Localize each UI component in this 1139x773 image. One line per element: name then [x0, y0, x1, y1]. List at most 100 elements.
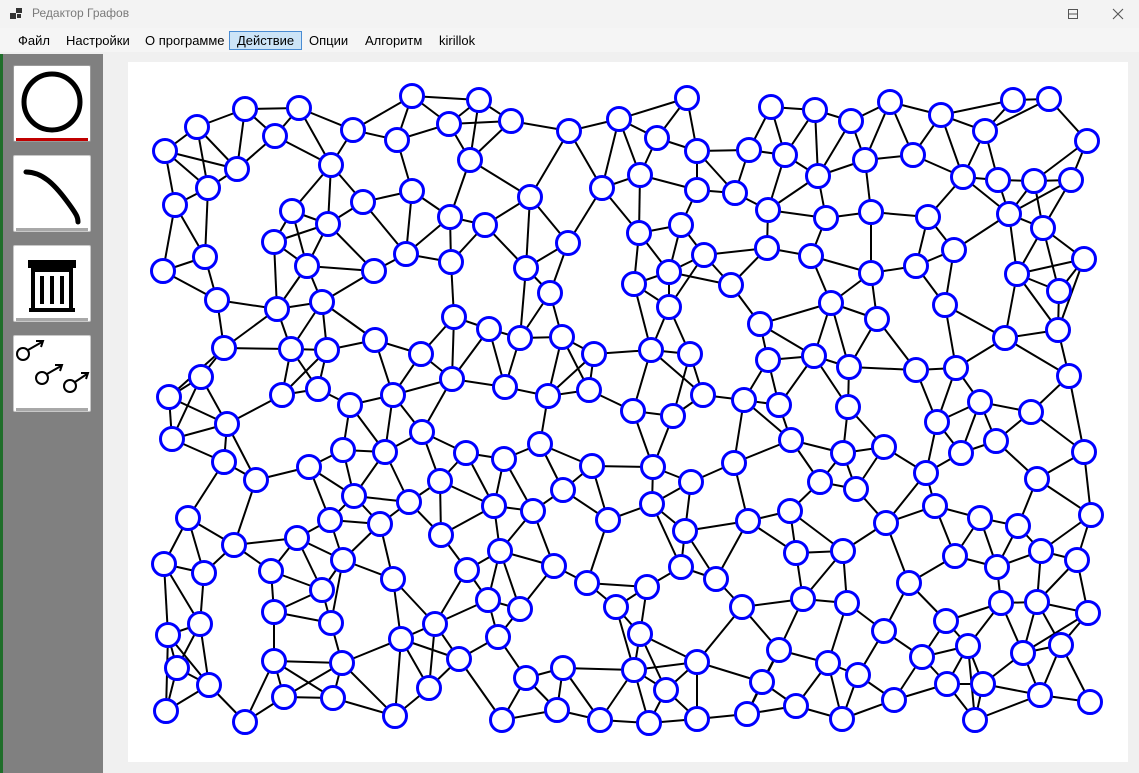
graph-vertex[interactable] [438, 249, 464, 275]
graph-vertex[interactable] [829, 706, 855, 732]
graph-vertex[interactable] [1045, 317, 1071, 343]
graph-vertex[interactable] [805, 163, 831, 189]
graph-vertex[interactable] [1036, 86, 1062, 112]
graph-vertex[interactable] [1021, 168, 1047, 194]
graph-canvas[interactable] [128, 62, 1128, 762]
graph-vertex[interactable] [350, 189, 376, 215]
graph-vertex[interactable] [556, 118, 582, 144]
graph-vertex[interactable] [574, 570, 600, 596]
graph-vertex[interactable] [656, 259, 682, 285]
graph-vertex[interactable] [555, 230, 581, 256]
graph-vertex[interactable] [638, 337, 664, 363]
graph-vertex[interactable] [674, 85, 700, 111]
graph-vertex[interactable] [489, 707, 515, 733]
graph-vertex[interactable] [384, 127, 410, 153]
graph-vertex[interactable] [985, 167, 1011, 193]
graph-vertex[interactable] [589, 175, 615, 201]
graph-vertex[interactable] [507, 596, 533, 622]
graph-vertex[interactable] [627, 621, 653, 647]
graph-vertex[interactable] [922, 493, 948, 519]
graph-vertex[interactable] [877, 89, 903, 115]
graph-vertex[interactable] [517, 184, 543, 210]
graph-vertex[interactable] [896, 570, 922, 596]
graph-vertex[interactable] [620, 398, 646, 424]
graph-vertex[interactable] [457, 147, 483, 173]
menu-algorithm[interactable]: Алгоритм [357, 31, 430, 50]
title-bar[interactable]: Редактор Графов [0, 0, 1139, 28]
graph-vertex[interactable] [341, 483, 367, 509]
graph-vertex[interactable] [639, 491, 665, 517]
graph-vertex[interactable] [296, 454, 322, 480]
graph-vertex[interactable] [475, 587, 501, 613]
graph-vertex[interactable] [211, 449, 237, 475]
graph-vertex[interactable] [587, 707, 613, 733]
graph-vertex[interactable] [731, 387, 757, 413]
graph-vertex[interactable] [722, 180, 748, 206]
graph-vertex[interactable] [834, 590, 860, 616]
graph-vertex[interactable] [948, 440, 974, 466]
graph-vertex[interactable] [835, 394, 861, 420]
graph-vertex[interactable] [269, 382, 295, 408]
close-button[interactable] [1096, 0, 1139, 28]
graph-vertex[interactable] [684, 706, 710, 732]
graph-vertex[interactable] [454, 557, 480, 583]
graph-vertex[interactable] [1064, 547, 1090, 573]
graph-vertex[interactable] [836, 354, 862, 380]
graph-vertex[interactable] [362, 327, 388, 353]
graph-vertex[interactable] [626, 220, 652, 246]
graph-vertex[interactable] [967, 505, 993, 531]
graph-vertex[interactable] [766, 392, 792, 418]
graph-vertex[interactable] [1000, 87, 1026, 113]
graph-vertex[interactable] [408, 341, 434, 367]
graph-vertex[interactable] [396, 489, 422, 515]
graph-vertex[interactable] [783, 540, 809, 566]
menu-file[interactable]: Файл [10, 31, 58, 50]
graph-vertex[interactable] [903, 253, 929, 279]
graph-vertex[interactable] [441, 304, 467, 330]
graph-vertex[interactable] [815, 650, 841, 676]
graph-vertex[interactable] [736, 137, 762, 163]
graph-vertex[interactable] [871, 618, 897, 644]
graph-vertex[interactable] [476, 316, 502, 342]
graph-vertex[interactable] [535, 383, 561, 409]
menu-options[interactable]: Опции [301, 31, 356, 50]
graph-vertex[interactable] [422, 611, 448, 637]
graph-vertex[interactable] [909, 644, 935, 670]
graph-vertex[interactable] [258, 558, 284, 584]
graph-vertex[interactable] [284, 525, 310, 551]
graph-vertex[interactable] [184, 114, 210, 140]
graph-vertex[interactable] [330, 437, 356, 463]
graph-vertex[interactable] [1071, 246, 1097, 272]
graph-vertex[interactable] [1046, 278, 1072, 304]
graph-vertex[interactable] [729, 594, 755, 620]
graph-vertex[interactable] [749, 669, 775, 695]
graph-vertex[interactable] [549, 324, 575, 350]
graph-vertex[interactable] [317, 507, 343, 533]
graph-vertex[interactable] [988, 590, 1014, 616]
graph-vertex[interactable] [320, 685, 346, 711]
graph-vertex[interactable] [544, 697, 570, 723]
graph-vertex[interactable] [1056, 363, 1082, 389]
graph-vertex[interactable] [192, 244, 218, 270]
graph-vertex[interactable] [191, 560, 217, 586]
graph-vertex[interactable] [329, 650, 355, 676]
graph-vertex[interactable] [672, 518, 698, 544]
graph-vertex[interactable] [606, 106, 632, 132]
graph-vertex[interactable] [703, 566, 729, 592]
graph-vertex[interactable] [1058, 167, 1084, 193]
graph-vertex[interactable] [261, 648, 287, 674]
graph-vertex[interactable] [453, 440, 479, 466]
graph-vertex[interactable] [754, 235, 780, 261]
graph-vertex[interactable] [798, 243, 824, 269]
graph-vertex[interactable] [766, 637, 792, 663]
graph-vertex[interactable] [224, 156, 250, 182]
graph-vertex[interactable] [380, 566, 406, 592]
graph-vertex[interactable] [1030, 215, 1056, 241]
graph-vertex[interactable] [399, 178, 425, 204]
graph-vertex[interactable] [428, 522, 454, 548]
graph-vertex[interactable] [627, 162, 653, 188]
menu-action[interactable]: Действие [229, 31, 303, 50]
graph-vertex[interactable] [1075, 600, 1101, 626]
graph-vertex[interactable] [1024, 466, 1050, 492]
graph-vertex[interactable] [1048, 632, 1074, 658]
